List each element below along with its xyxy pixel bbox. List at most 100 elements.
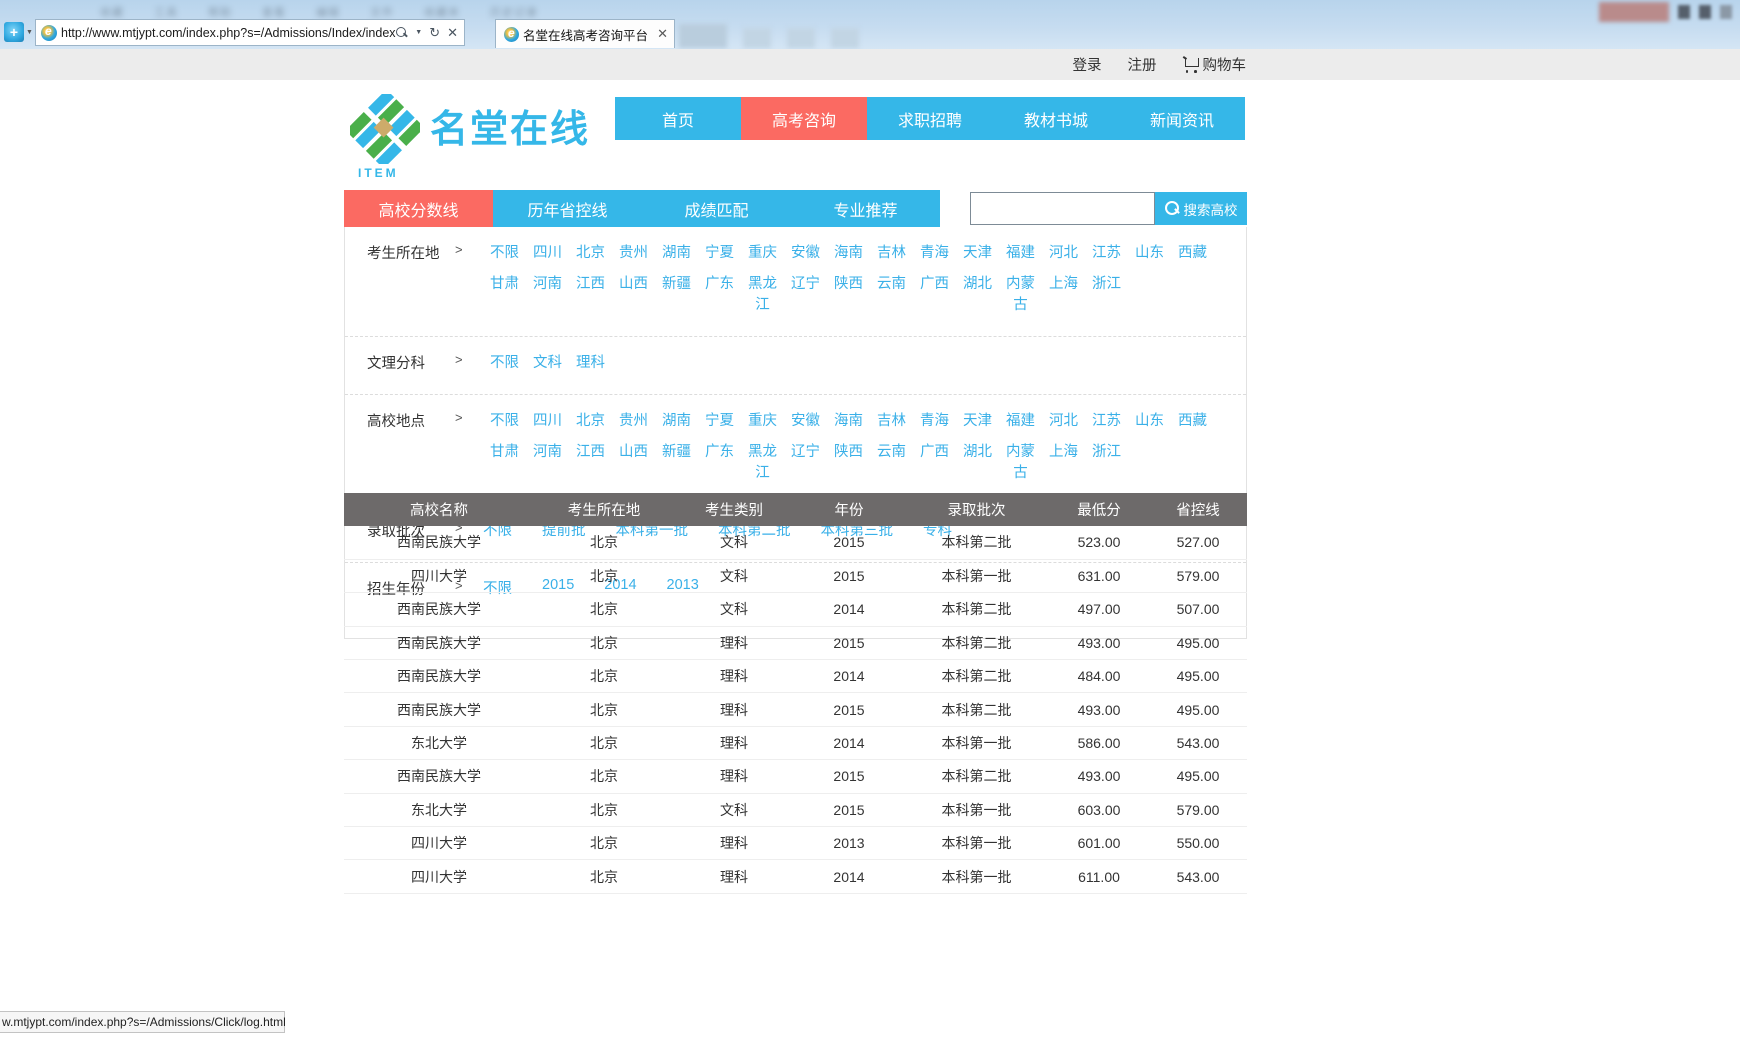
filter-option[interactable]: 四川: [526, 409, 569, 440]
window-maximize-icon[interactable]: [1699, 5, 1711, 19]
search-input-wrapper[interactable]: [970, 192, 1155, 225]
table-row[interactable]: 四川大学 北京 文科 2015 本科第一批 631.00 579.00: [344, 559, 1247, 594]
table-row[interactable]: 西南民族大学 北京 文科 2014 本科第二批 497.00 507.00: [344, 592, 1247, 627]
menu-item[interactable]: 历史记录: [490, 4, 538, 20]
refresh-icon[interactable]: ↻: [429, 25, 440, 41]
filter-option[interactable]: 河南: [526, 272, 569, 324]
filter-option[interactable]: 贵州: [612, 409, 655, 440]
tab-major-recommend[interactable]: 专业推荐: [791, 190, 940, 227]
filter-option[interactable]: 山西: [612, 272, 655, 324]
filter-option[interactable]: 广东: [698, 440, 741, 492]
favorites-icon[interactable]: [787, 28, 815, 48]
filter-option[interactable]: 福建: [999, 241, 1042, 272]
filter-option[interactable]: 广东: [698, 272, 741, 324]
filter-option[interactable]: 天津: [956, 241, 999, 272]
filter-option[interactable]: 内蒙古: [999, 272, 1042, 324]
menu-item[interactable]: 收藏: [100, 4, 124, 20]
filter-option[interactable]: 河南: [526, 440, 569, 492]
filter-option[interactable]: 海南: [827, 409, 870, 440]
gear-icon[interactable]: [831, 28, 859, 48]
nav-item-news[interactable]: 新闻资讯: [1119, 97, 1245, 140]
filter-option[interactable]: 湖南: [655, 241, 698, 272]
filter-option[interactable]: 云南: [870, 272, 913, 324]
filter-option[interactable]: 浙江: [1085, 440, 1128, 492]
search-input[interactable]: [971, 193, 1154, 224]
menu-item[interactable]: 文件: [370, 4, 394, 20]
menu-item[interactable]: 编辑: [316, 4, 340, 20]
browser-tab[interactable]: 名堂在线高考咨询平台 ✕: [495, 19, 675, 48]
chevron-down-icon[interactable]: ▼: [26, 29, 33, 36]
filter-option[interactable]: 山西: [612, 440, 655, 492]
table-row[interactable]: 四川大学 北京 理科 2014 本科第一批 611.00 543.00: [344, 859, 1247, 894]
search-icon[interactable]: [396, 26, 408, 39]
filter-option[interactable]: 安徽: [784, 241, 827, 272]
filter-option[interactable]: 江西: [569, 440, 612, 492]
filter-option[interactable]: 海南: [827, 241, 870, 272]
menu-item[interactable]: 查看: [262, 4, 286, 20]
nav-item-gaokao[interactable]: 高考咨询: [741, 97, 867, 140]
filter-option[interactable]: 广西: [913, 272, 956, 324]
filter-option[interactable]: 青海: [913, 409, 956, 440]
nav-item-jobs[interactable]: 求职招聘: [867, 97, 993, 140]
filter-option[interactable]: 陕西: [827, 272, 870, 324]
filter-option[interactable]: 安徽: [784, 409, 827, 440]
filter-option[interactable]: 黑龙江: [741, 272, 784, 324]
filter-option[interactable]: 新疆: [655, 272, 698, 324]
filter-option[interactable]: 云南: [870, 440, 913, 492]
filter-option[interactable]: 四川: [526, 241, 569, 272]
tab-score-match[interactable]: 成绩匹配: [642, 190, 791, 227]
filter-option[interactable]: 湖北: [956, 272, 999, 324]
filter-option[interactable]: 甘肃: [483, 440, 526, 492]
filter-option[interactable]: 浙江: [1085, 272, 1128, 324]
filter-option[interactable]: 贵州: [612, 241, 655, 272]
home-icon[interactable]: [743, 28, 771, 48]
filter-option[interactable]: 吉林: [870, 409, 913, 440]
search-button[interactable]: 搜索高校: [1155, 192, 1247, 225]
filter-option[interactable]: 理科: [569, 351, 612, 382]
table-row[interactable]: 西南民族大学 北京 理科 2015 本科第二批 493.00 495.00: [344, 692, 1247, 727]
filter-option[interactable]: 重庆: [741, 241, 784, 272]
filter-option[interactable]: 江苏: [1085, 241, 1128, 272]
filter-option[interactable]: 北京: [569, 409, 612, 440]
logo[interactable]: 名堂在线: [345, 89, 590, 169]
filter-option[interactable]: 西藏: [1171, 409, 1214, 440]
filter-option[interactable]: 黑龙江: [741, 440, 784, 492]
compat-view-icon[interactable]: +: [4, 22, 24, 42]
filter-option[interactable]: 山东: [1128, 241, 1171, 272]
window-restore-icon[interactable]: [1720, 5, 1732, 19]
filter-option[interactable]: 重庆: [741, 409, 784, 440]
filter-option[interactable]: 不限: [483, 409, 526, 440]
register-link[interactable]: 注册: [1128, 54, 1157, 75]
login-link[interactable]: 登录: [1073, 54, 1102, 75]
filter-option[interactable]: 广西: [913, 440, 956, 492]
nav-item-home[interactable]: 首页: [615, 97, 741, 140]
filter-option[interactable]: 甘肃: [483, 272, 526, 324]
filter-option[interactable]: 湖南: [655, 409, 698, 440]
filter-option[interactable]: 福建: [999, 409, 1042, 440]
filter-option[interactable]: 西藏: [1171, 241, 1214, 272]
filter-option[interactable]: 不限: [483, 351, 526, 382]
table-row[interactable]: 西南民族大学 北京 理科 2014 本科第二批 484.00 495.00: [344, 659, 1247, 694]
filter-option[interactable]: 辽宁: [784, 272, 827, 324]
filter-option[interactable]: 河北: [1042, 241, 1085, 272]
close-icon[interactable]: ✕: [657, 26, 668, 42]
nav-item-books[interactable]: 教材书城: [993, 97, 1119, 140]
filter-option[interactable]: 文科: [526, 351, 569, 382]
filter-option[interactable]: 湖北: [956, 440, 999, 492]
filter-option[interactable]: 内蒙古: [999, 440, 1042, 492]
chevron-down-icon[interactable]: ▼: [415, 29, 422, 36]
table-row[interactable]: 西南民族大学 北京 理科 2015 本科第二批 493.00 495.00: [344, 626, 1247, 661]
filter-option[interactable]: 天津: [956, 409, 999, 440]
filter-option[interactable]: 河北: [1042, 409, 1085, 440]
menu-item[interactable]: 收藏夹: [424, 4, 460, 20]
table-row[interactable]: 西南民族大学 北京 文科 2015 本科第二批 523.00 527.00: [344, 526, 1247, 560]
table-row[interactable]: 东北大学 北京 理科 2014 本科第一批 586.00 543.00: [344, 726, 1247, 761]
filter-option[interactable]: 新疆: [655, 440, 698, 492]
filter-option[interactable]: 北京: [569, 241, 612, 272]
menu-item[interactable]: 工具: [154, 4, 178, 20]
filter-option[interactable]: 陕西: [827, 440, 870, 492]
table-row[interactable]: 东北大学 北京 文科 2015 本科第一批 603.00 579.00: [344, 793, 1247, 828]
filter-option[interactable]: 辽宁: [784, 440, 827, 492]
filter-option[interactable]: 江西: [569, 272, 612, 324]
menu-item[interactable]: 帮助: [208, 4, 232, 20]
